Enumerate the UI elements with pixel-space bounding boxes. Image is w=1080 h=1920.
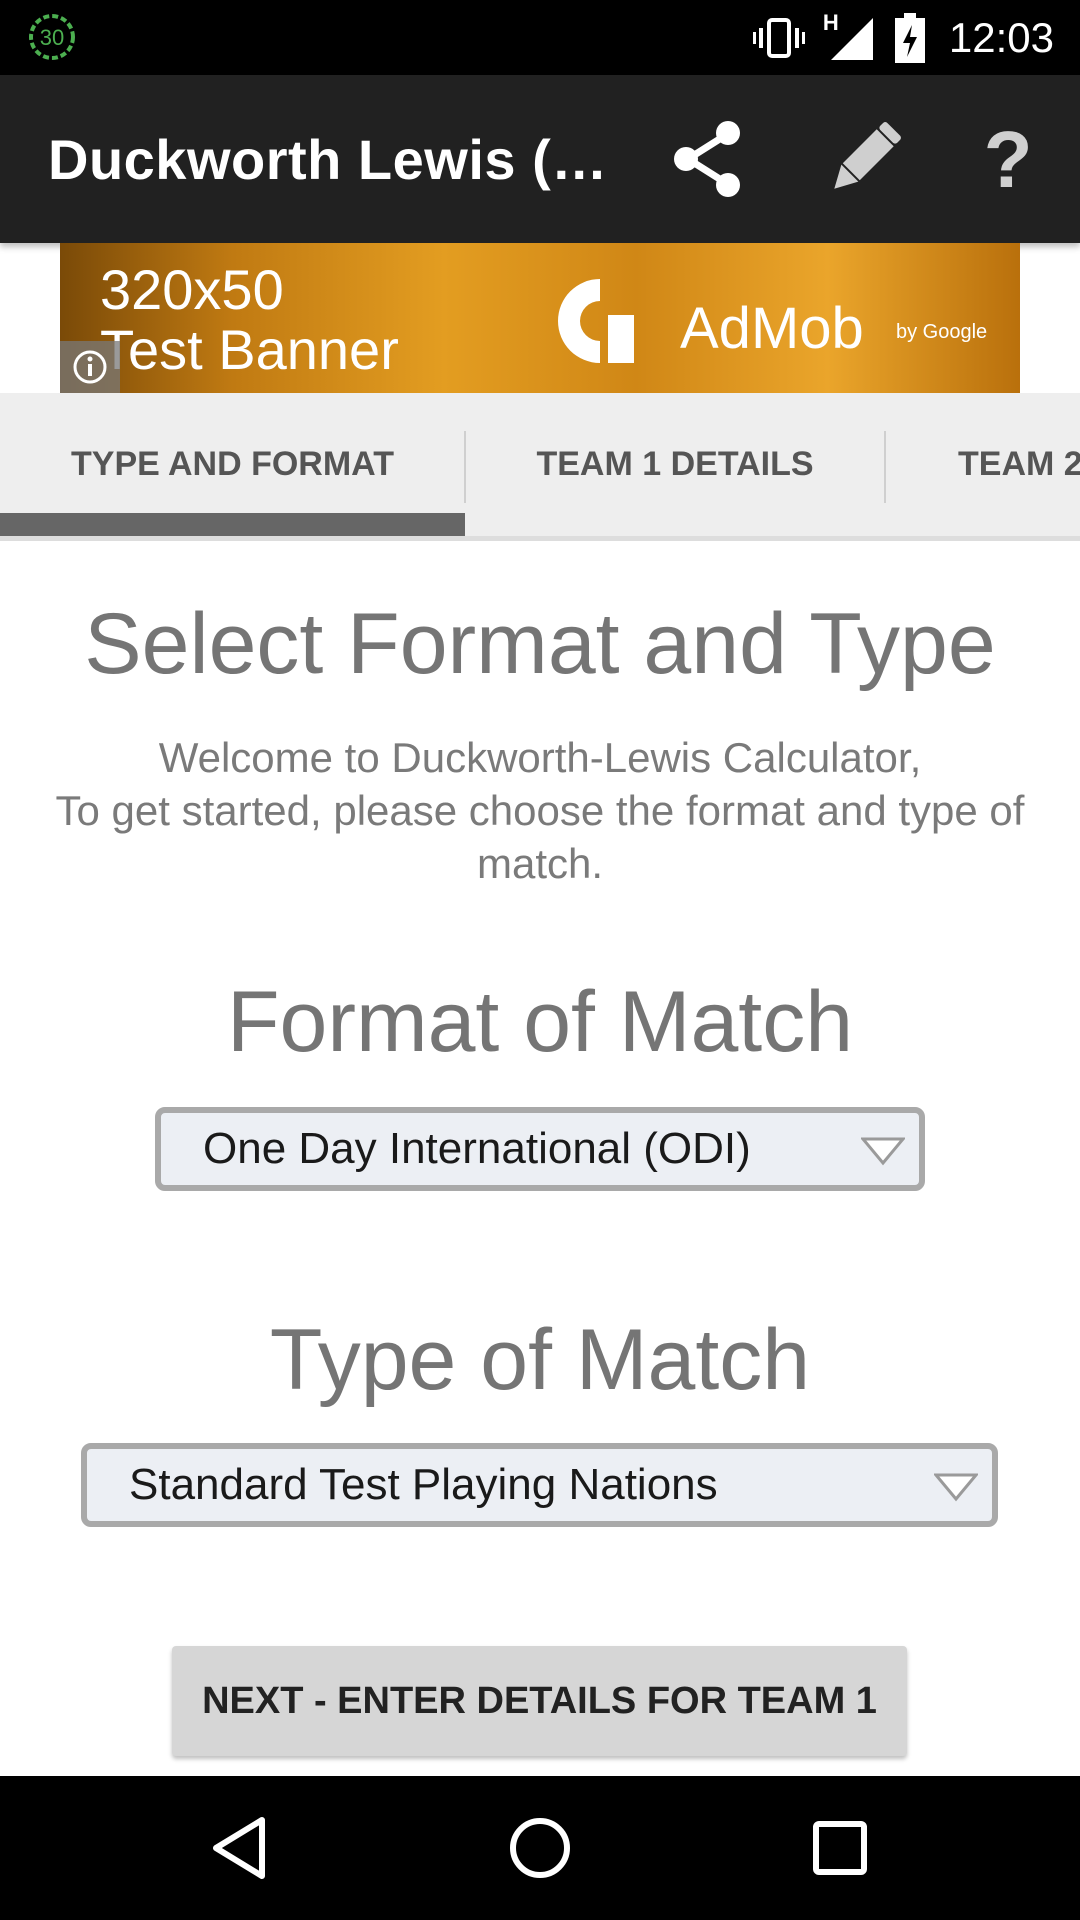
edit-pencil-icon bbox=[834, 122, 901, 189]
selected-tab-indicator bbox=[0, 513, 465, 536]
network-type-label: H bbox=[822, 9, 839, 35]
screen: 30 H 12:03 Duckworth Lewis (… ? 320x50 T… bbox=[0, 0, 1080, 1920]
chevron-down-icon bbox=[934, 1473, 978, 1502]
type-heading: Type of Match bbox=[269, 1312, 811, 1408]
signal-icon: H bbox=[823, 10, 877, 62]
notification-counter-icon: 30 bbox=[28, 13, 76, 61]
next-button[interactable]: NEXT - ENTER DETAILS FOR TEAM 1 bbox=[172, 1646, 907, 1756]
home-button[interactable] bbox=[504, 1812, 576, 1884]
chevron-down-icon bbox=[861, 1137, 905, 1166]
share-button[interactable] bbox=[662, 113, 754, 205]
status-icons: H 12:03 bbox=[752, 0, 1054, 75]
ad-brand-label: AdMob bbox=[680, 296, 864, 361]
admob-logo-icon bbox=[558, 279, 634, 363]
type-select-value: Standard Test Playing Nations bbox=[129, 1460, 718, 1509]
welcome-line-1: Welcome to Duckworth-Lewis Calculator, bbox=[158, 734, 922, 781]
back-triangle-icon bbox=[213, 1817, 265, 1879]
navigation-bar bbox=[0, 1776, 1080, 1920]
recents-button[interactable] bbox=[804, 1812, 876, 1884]
notification-badge-text: 30 bbox=[40, 25, 64, 50]
back-button[interactable] bbox=[204, 1812, 276, 1884]
format-select-value: One Day International (ODI) bbox=[203, 1124, 751, 1173]
page-title: Select Format and Type bbox=[84, 596, 996, 692]
welcome-text: Welcome to Duckworth-Lewis Calculator, T… bbox=[30, 731, 1050, 890]
app-bar: Duckworth Lewis (… ? bbox=[0, 75, 1080, 243]
ad-info-button[interactable] bbox=[60, 341, 120, 393]
app-title: Duckworth Lewis (… bbox=[48, 127, 608, 191]
svg-text:?: ? bbox=[984, 119, 1033, 199]
home-circle-icon bbox=[510, 1818, 570, 1878]
tab-team-1-details[interactable]: TEAM 1 DETAILS bbox=[466, 393, 884, 536]
welcome-line-2: To get started, please choose the format… bbox=[55, 787, 1025, 887]
help-button[interactable]: ? bbox=[962, 113, 1054, 205]
recents-square-icon bbox=[813, 1821, 867, 1875]
clock: 12:03 bbox=[948, 13, 1054, 61]
format-heading: Format of Match bbox=[226, 974, 854, 1070]
format-select[interactable]: One Day International (ODI) bbox=[155, 1107, 925, 1191]
vibrate-icon bbox=[752, 17, 805, 58]
info-icon bbox=[73, 350, 107, 384]
ad-test-label: Test Banner bbox=[100, 318, 399, 381]
ad-banner[interactable]: 320x50 Test Banner AdMob by Google bbox=[60, 243, 1020, 393]
ad-brand-sub-label: by Google bbox=[896, 321, 988, 343]
status-bar: 30 H 12:03 bbox=[0, 0, 1080, 75]
share-icon bbox=[674, 121, 740, 197]
ad-size-label: 320x50 bbox=[100, 258, 284, 321]
edit-button[interactable] bbox=[818, 113, 910, 205]
tab-team-2[interactable]: TEAM 2 bbox=[886, 393, 1080, 536]
type-select[interactable]: Standard Test Playing Nations bbox=[81, 1443, 998, 1527]
help-icon: ? bbox=[984, 119, 1033, 199]
battery-charging-icon bbox=[894, 12, 925, 63]
